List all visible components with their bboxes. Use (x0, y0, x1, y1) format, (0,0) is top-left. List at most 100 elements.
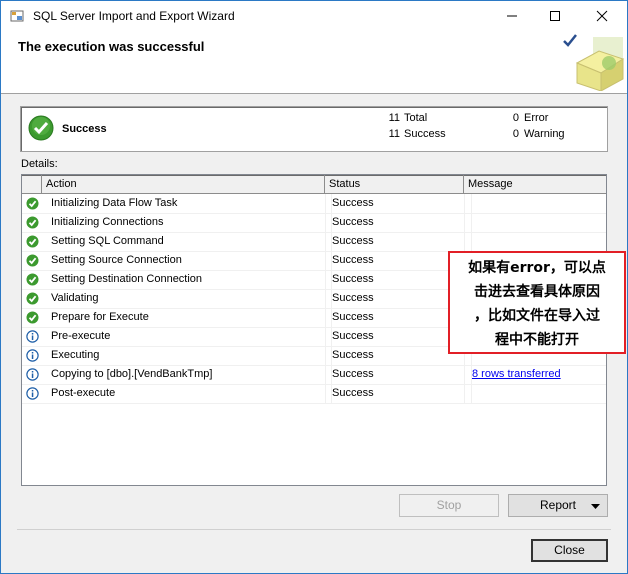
dropdown-arrow-icon (591, 504, 600, 509)
column-separator (325, 384, 326, 403)
row-message (471, 213, 606, 232)
title-bar: SQL Server Import and Export Wizard (1, 1, 627, 31)
column-separator (325, 270, 326, 289)
close-button[interactable]: Close (531, 539, 608, 562)
report-button-label: Report (539, 498, 577, 512)
column-separator (325, 365, 326, 384)
close-icon (596, 10, 608, 22)
total-count: 11 (388, 112, 400, 124)
row-status: Success (331, 251, 462, 270)
wizard-window: SQL Server Import and Export Wizard The … (0, 0, 628, 574)
table-row[interactable]: Initializing Data Flow Task Success (22, 194, 606, 214)
column-separator (325, 232, 326, 251)
column-separator (325, 327, 326, 346)
annotation-line-3: ，比如文件在导入过 (474, 308, 600, 324)
close-window-button[interactable] (579, 1, 625, 31)
error-label: Error (524, 112, 549, 124)
report-button[interactable]: Report (508, 494, 608, 517)
annotation-line-4: 程中不能打开 (495, 332, 579, 348)
row-action: Pre-execute (51, 330, 111, 342)
error-count: 0 (512, 112, 519, 124)
column-separator (325, 308, 326, 327)
page-title: The execution was successful (18, 39, 205, 54)
column-separator (464, 384, 465, 403)
info-icon (26, 330, 39, 346)
row-status: Success (331, 346, 462, 365)
column-header-status[interactable]: Status (325, 175, 464, 193)
table-row[interactable]: Initializing Connections Success (22, 213, 606, 233)
column-separator (464, 365, 465, 384)
app-icon (10, 9, 24, 23)
divider (17, 529, 611, 530)
info-icon (26, 349, 39, 365)
maximize-icon (550, 11, 560, 21)
table-row[interactable]: Setting SQL Command Success (22, 232, 606, 252)
table-row[interactable]: Post-execute Success (22, 384, 606, 404)
info-icon (26, 368, 39, 384)
annotation-line-2: 击进去查看具体原因 (474, 284, 600, 300)
wizard-header: The execution was successful (1, 31, 627, 94)
annotation-line-1: 如果有error，可以点 (468, 260, 606, 276)
success-check-icon (26, 311, 39, 327)
summary-status: Success (62, 123, 107, 135)
column-separator (325, 213, 326, 232)
success-check-icon (28, 115, 54, 141)
success-check-icon (26, 235, 39, 251)
column-separator (325, 194, 326, 213)
row-status: Success (331, 213, 462, 232)
column-header-icon (22, 175, 42, 193)
row-message (471, 194, 606, 213)
success-check-icon (26, 197, 39, 213)
row-action: Post-execute (51, 387, 116, 399)
grid-header: Action Status Message (22, 175, 606, 194)
info-icon (26, 387, 39, 403)
success-check-icon (26, 292, 39, 308)
row-action: Prepare for Execute (51, 311, 149, 323)
column-separator (325, 251, 326, 270)
row-status: Success (331, 365, 462, 384)
table-row[interactable]: Copying to [dbo].[VendBankTmp] Success 8 r… (22, 365, 606, 385)
success-check-icon (26, 216, 39, 232)
column-separator (464, 232, 465, 251)
success-check-icon (26, 254, 39, 270)
minimize-button[interactable] (489, 1, 535, 31)
row-status: Success (331, 289, 462, 308)
annotation-callout: 如果有error，可以点 击进去查看具体原因 ，比如文件在导入过 程中不能打开 (448, 251, 626, 354)
success-label: Success (404, 128, 446, 140)
row-action: Setting SQL Command (51, 235, 164, 247)
maximize-button[interactable] (532, 1, 578, 31)
success-check-icon (26, 273, 39, 289)
total-label: Total (404, 112, 428, 124)
minimize-icon (507, 15, 517, 17)
success-count: 11 (388, 128, 400, 140)
row-status: Success (331, 194, 462, 213)
window-title: SQL Server Import and Export Wizard (33, 9, 235, 23)
stop-button[interactable]: Stop (399, 494, 499, 517)
details-label: Details: (21, 158, 58, 170)
row-status: Success (331, 308, 462, 327)
message-link[interactable]: 8 rows transferred (472, 368, 561, 380)
row-action: Initializing Data Flow Task (51, 197, 178, 209)
column-separator (464, 194, 465, 213)
row-action: Setting Source Connection (51, 254, 182, 266)
row-message (471, 384, 606, 403)
row-action: Copying to [dbo].[VendBankTmp] (51, 368, 213, 380)
wizard-graphic-icon (575, 37, 625, 91)
column-separator (464, 213, 465, 232)
column-header-action[interactable]: Action (42, 175, 325, 193)
warning-label: Warning (524, 128, 565, 140)
row-status: Success (331, 327, 462, 346)
row-action: Validating (51, 292, 99, 304)
row-status: Success (331, 232, 462, 251)
row-status: Success (331, 270, 462, 289)
row-action: Initializing Connections (51, 216, 164, 228)
column-separator (325, 346, 326, 365)
row-message (471, 232, 606, 251)
warning-count: 0 (512, 128, 519, 140)
row-message: 8 rows transferred (471, 365, 606, 384)
column-separator (325, 289, 326, 308)
column-header-message[interactable]: Message (464, 175, 606, 193)
row-status: Success (331, 384, 462, 403)
summary-panel: Success 11 Total 11 Success 0 Error 0 Wa… (20, 106, 608, 152)
row-action: Executing (51, 349, 100, 361)
